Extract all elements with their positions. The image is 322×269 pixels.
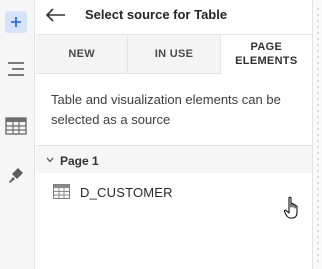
group-label: Page 1 [60, 154, 99, 168]
table-button[interactable] [5, 115, 27, 137]
list-item-d-customer[interactable]: D_CUSTOMER [36, 175, 312, 209]
group-header-page-1[interactable]: Page 1 [36, 146, 312, 173]
description-text: Table and visualization elements can be … [51, 92, 281, 127]
paint-brush-icon [9, 168, 23, 183]
source-panel: Select source for Table NEW IN USE PAGE … [36, 0, 312, 269]
app-window: Select source for Table NEW IN USE PAGE … [0, 0, 322, 269]
table-icon [53, 184, 70, 199]
panel-header: Select source for Table [36, 0, 312, 30]
layout-icon [8, 62, 24, 76]
back-button[interactable] [45, 5, 67, 25]
chevron-down-icon [46, 157, 54, 163]
list-item-label: D_CUSTOMER [80, 185, 173, 200]
tab-new[interactable]: NEW [36, 35, 129, 73]
plus-icon [11, 17, 21, 27]
source-tabs: NEW IN USE PAGE ELEMENTS [36, 34, 312, 74]
layout-button[interactable] [5, 58, 27, 80]
tab-page-elements[interactable]: PAGE ELEMENTS [220, 35, 312, 74]
grid-dots [317, 6, 319, 266]
arrow-left-icon [46, 8, 65, 22]
add-element-button[interactable] [5, 11, 27, 33]
table-icon [5, 117, 27, 135]
format-button[interactable] [5, 164, 27, 186]
canvas-edge [312, 0, 322, 269]
panel-title: Select source for Table [85, 7, 228, 22]
left-rail [0, 0, 35, 269]
tab-in-use[interactable]: IN USE [128, 35, 221, 73]
